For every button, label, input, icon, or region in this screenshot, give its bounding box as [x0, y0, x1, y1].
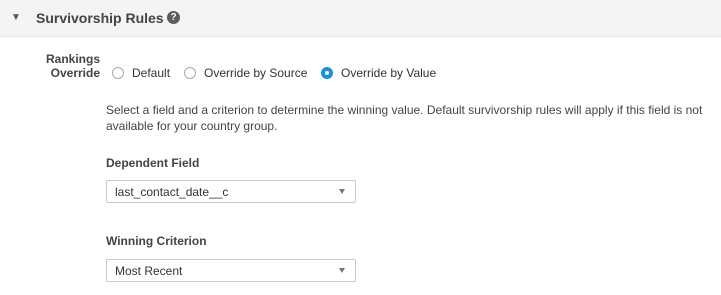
section-header[interactable]: ▼ Survivorship Rules ?: [0, 0, 721, 37]
radio-override-by-value[interactable]: Override by Value: [321, 65, 436, 81]
winning-criterion-label: Winning Criterion: [106, 234, 207, 248]
radio-override-by-source-label[interactable]: Override by Source: [204, 65, 307, 81]
radio-override-by-value-label[interactable]: Override by Value: [341, 65, 436, 81]
rankings-label-line1: Rankings: [45, 52, 100, 66]
radio-override-by-source-circle[interactable]: [184, 67, 196, 79]
winning-criterion-value: Most Recent: [115, 264, 183, 278]
caret-down-icon[interactable]: ▼: [11, 11, 21, 25]
section-title: Survivorship Rules: [36, 10, 164, 26]
dependent-field-label: Dependent Field: [106, 156, 200, 170]
radio-default[interactable]: Default: [112, 65, 170, 81]
radio-default-circle[interactable]: [112, 67, 124, 79]
dropdown-arrow-icon: [339, 268, 345, 273]
dependent-field-value: last_contact_date__c: [115, 185, 229, 199]
description-text: Select a field and a criterion to determ…: [106, 103, 703, 133]
rankings-label-line2: Override: [50, 66, 100, 80]
radio-override-by-value-circle[interactable]: [321, 67, 333, 79]
radio-override-by-source[interactable]: Override by Source: [184, 65, 307, 81]
dropdown-arrow-icon: [339, 189, 345, 194]
rankings-override-label: Rankings Override: [46, 52, 100, 80]
help-icon[interactable]: ?: [167, 11, 180, 24]
radio-default-label[interactable]: Default: [132, 65, 170, 81]
dependent-field-select[interactable]: last_contact_date__c: [106, 180, 356, 203]
winning-criterion-select[interactable]: Most Recent: [106, 259, 356, 282]
